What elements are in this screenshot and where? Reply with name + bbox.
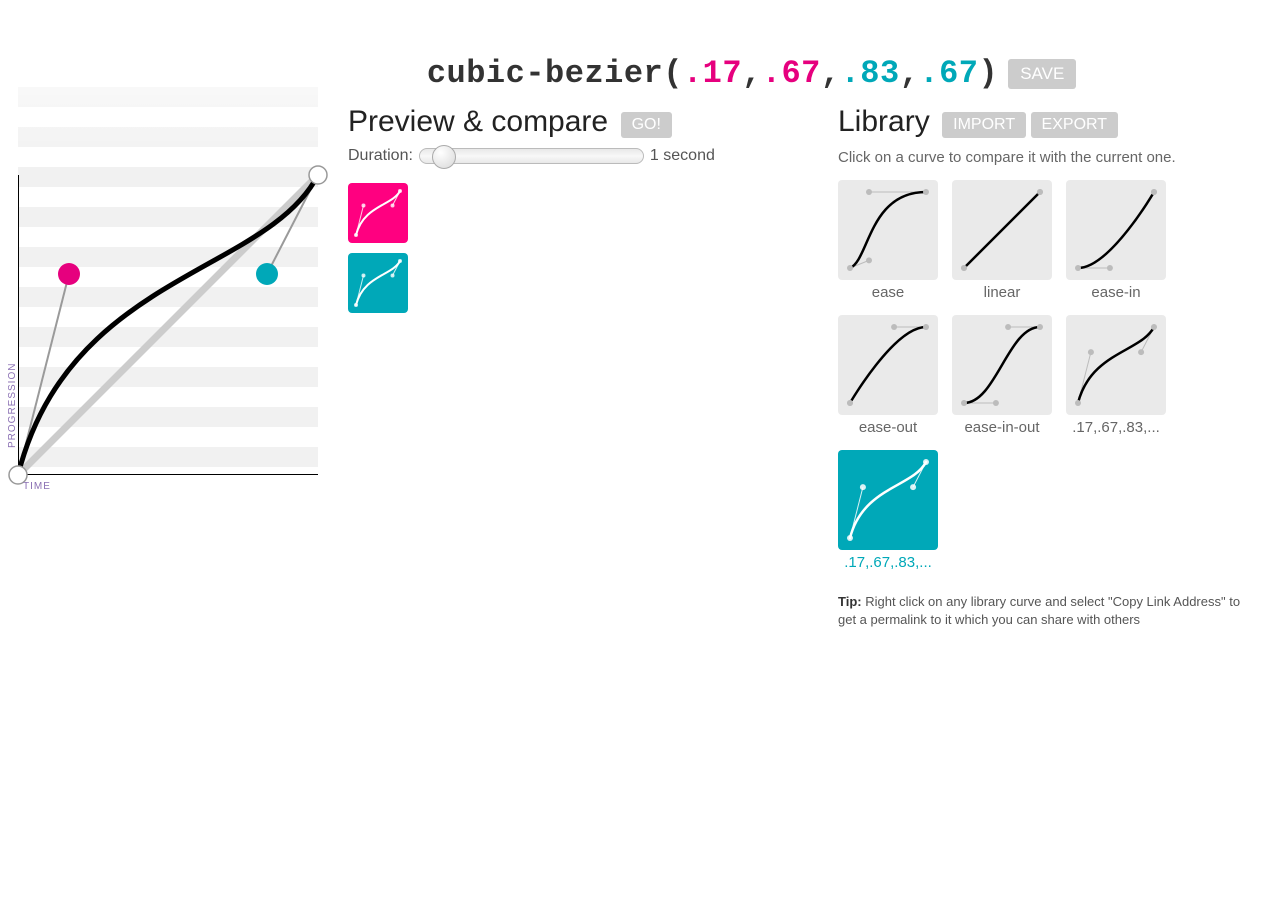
library-thumb[interactable]: [952, 315, 1052, 415]
library-title: Library: [838, 105, 930, 139]
library-subtitle: Click on a curve to compare it with the …: [838, 149, 1258, 166]
preview-swatch-current[interactable]: [348, 183, 408, 243]
library-label: .17,.67,.83,...: [838, 554, 938, 571]
axis-progression-label: PROGRESSION: [7, 363, 18, 448]
go-button[interactable]: GO!: [621, 112, 672, 138]
library-grid: ease linear ease-in ease-out ease-in-out .17,…: [838, 180, 1258, 571]
library-item-4[interactable]: ease-in-out: [952, 315, 1052, 436]
duration-slider[interactable]: [419, 148, 644, 164]
duration-label: Duration:: [348, 147, 413, 165]
library-item-0[interactable]: ease: [838, 180, 938, 301]
library-thumb[interactable]: [838, 315, 938, 415]
func-name: cubic-bezier: [427, 55, 663, 92]
import-button[interactable]: IMPORT: [942, 112, 1026, 138]
duration-slider-thumb[interactable]: [432, 145, 456, 169]
duration-value: 1 second: [650, 147, 715, 165]
library-thumb[interactable]: [1066, 180, 1166, 280]
library-item-6[interactable]: .17,.67,.83,...: [838, 450, 938, 571]
library-label: ease-in-out: [952, 419, 1052, 436]
library-thumb[interactable]: [1066, 315, 1166, 415]
axis-time-label: TIME: [23, 481, 51, 492]
library-item-3[interactable]: ease-out: [838, 315, 938, 436]
export-button[interactable]: EXPORT: [1031, 112, 1119, 138]
library-label: ease: [838, 284, 938, 301]
library-item-1[interactable]: linear: [952, 180, 1052, 301]
preview-swatch-compare[interactable]: [348, 253, 408, 313]
library-item-5[interactable]: .17,.67,.83,...: [1066, 315, 1166, 436]
bezier-p4: .67: [919, 55, 978, 92]
preview-title: Preview & compare: [348, 105, 608, 139]
library-thumb[interactable]: [838, 180, 938, 280]
library-label: linear: [952, 284, 1052, 301]
library-label: ease-out: [838, 419, 938, 436]
bezier-p3: .83: [841, 55, 900, 92]
bezier-editor[interactable]: [18, 80, 318, 540]
library-thumb[interactable]: [952, 180, 1052, 280]
save-button[interactable]: SAVE: [1008, 59, 1076, 89]
bezier-p1: .17: [683, 55, 742, 92]
library-label: ease-in: [1066, 284, 1166, 301]
bezier-p2: .67: [762, 55, 821, 92]
library-label: .17,.67,.83,...: [1066, 419, 1166, 436]
library-tip: Tip: Right click on any library curve an…: [838, 593, 1258, 629]
library-item-2[interactable]: ease-in: [1066, 180, 1166, 301]
library-thumb[interactable]: [838, 450, 938, 550]
editor-canvas[interactable]: [6, 68, 330, 488]
